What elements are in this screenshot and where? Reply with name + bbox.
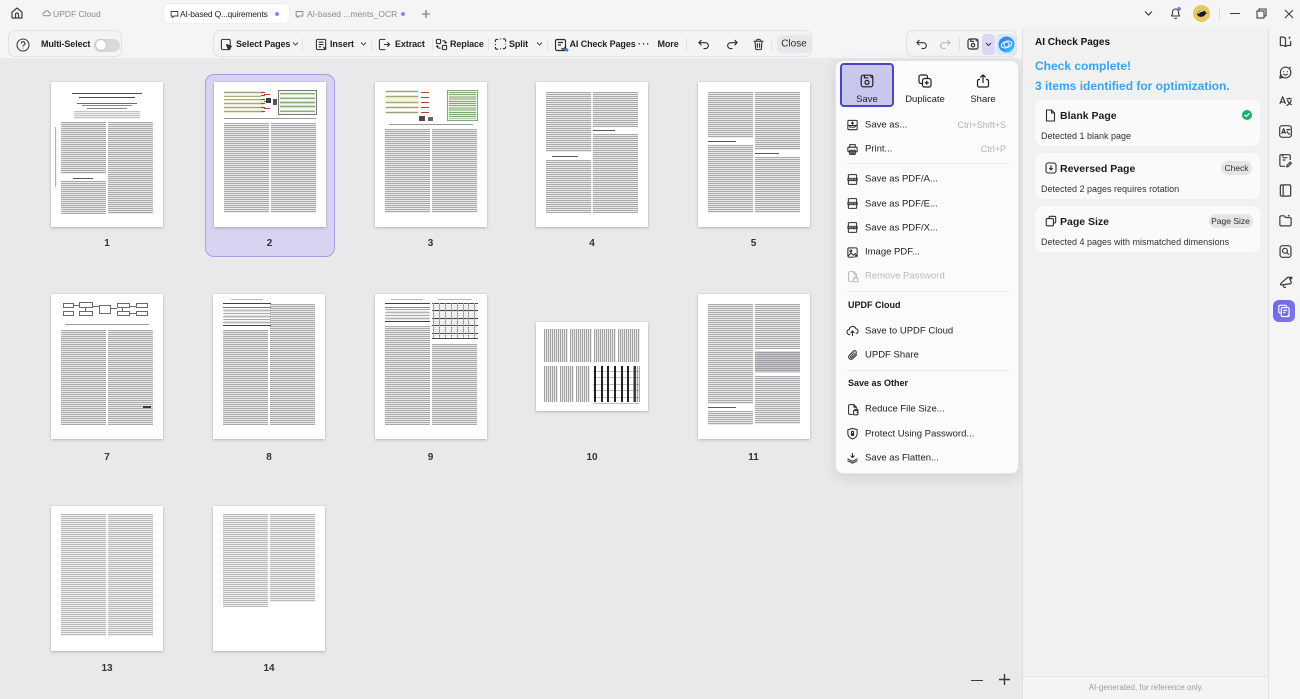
svg-text:PDF/E: PDF/E — [849, 202, 857, 206]
svg-text:PDF/A: PDF/A — [849, 177, 857, 181]
svg-text:PDF/X: PDF/X — [849, 226, 857, 230]
